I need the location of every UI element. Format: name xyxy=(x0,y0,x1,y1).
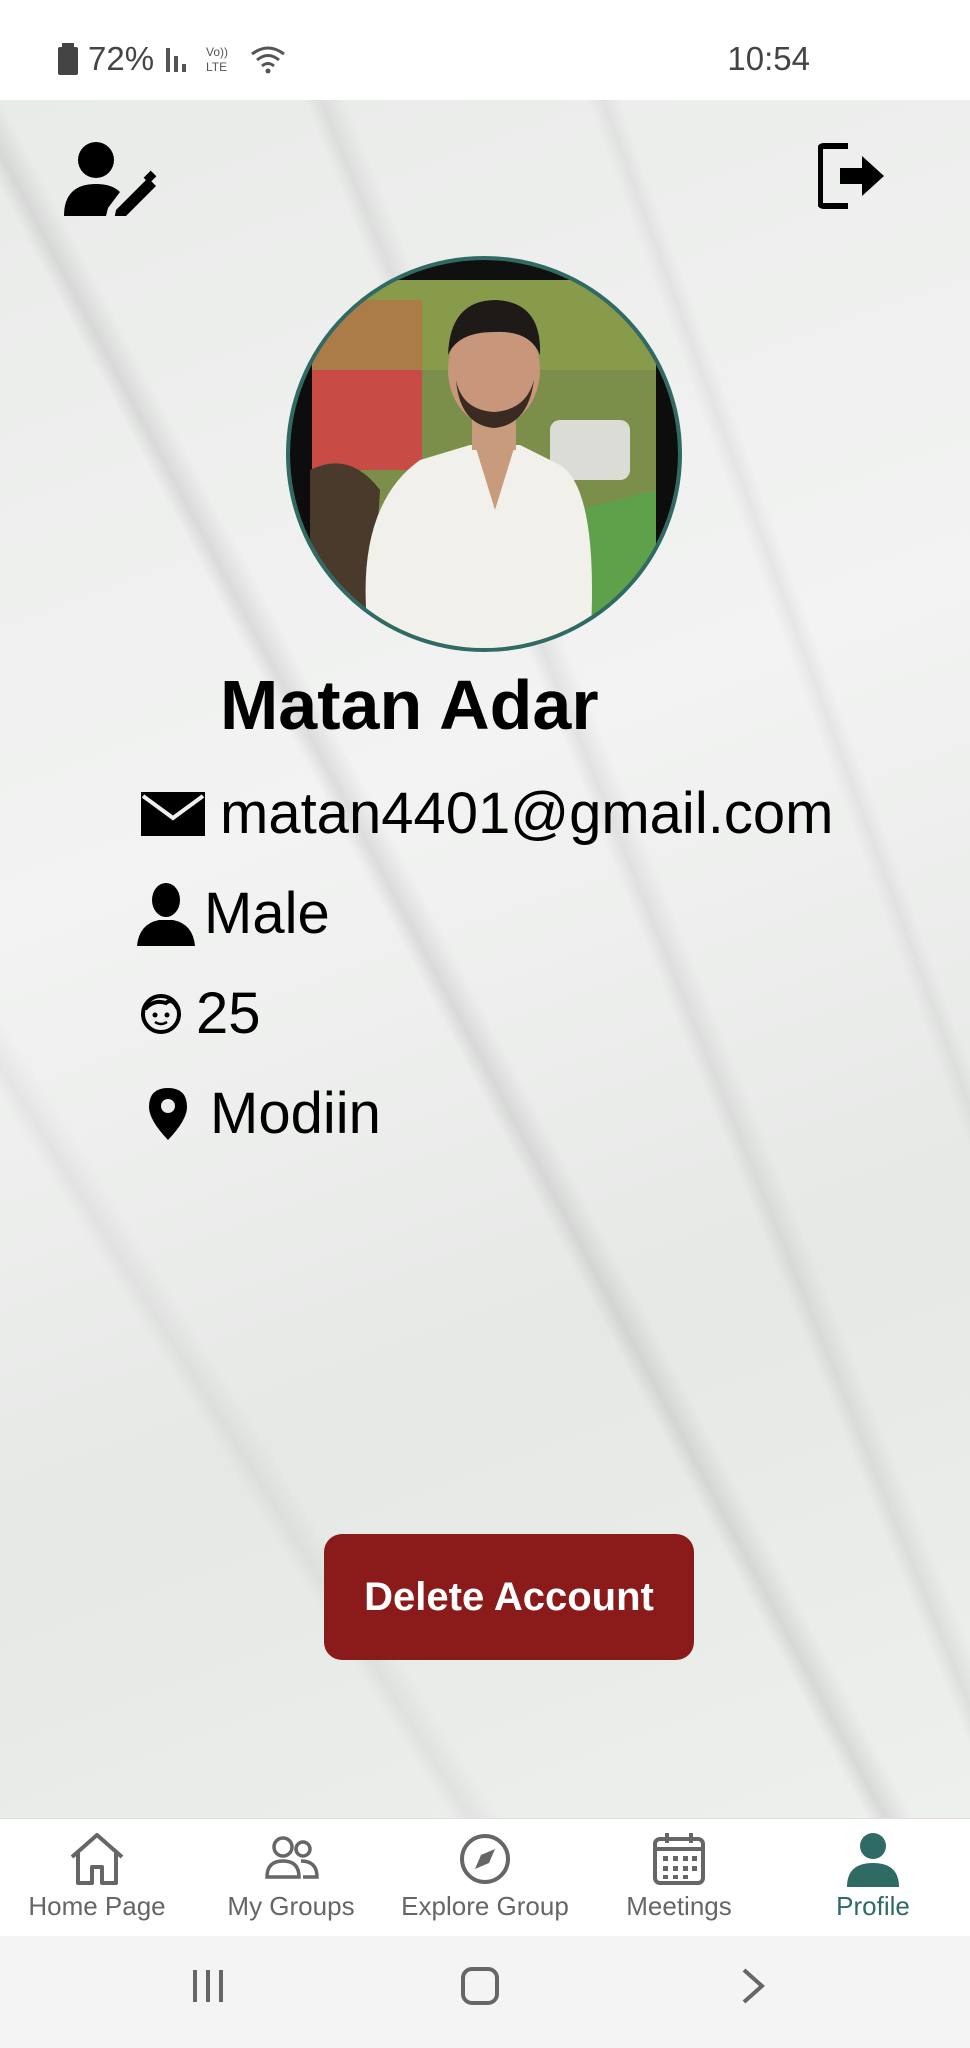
nav-explore-label: Explore Group xyxy=(401,1891,569,1921)
wifi-icon xyxy=(251,46,285,74)
home-icon xyxy=(70,1833,124,1885)
location-row: Modiin xyxy=(148,1080,381,1147)
profile-photo-image xyxy=(290,260,678,648)
logout-icon xyxy=(817,143,884,209)
recent-apps-icon xyxy=(193,1970,223,2002)
nav-profile-label: Profile xyxy=(836,1891,910,1921)
gender-row: Male xyxy=(136,880,330,947)
calendar-icon xyxy=(653,1833,705,1885)
delete-account-button[interactable]: Delete Account xyxy=(324,1534,694,1660)
person-icon xyxy=(847,1833,899,1887)
status-bar: 72% Vo)) LTE 10:54 xyxy=(0,0,970,100)
nav-home[interactable]: Home Page xyxy=(0,1819,194,1937)
logout-button[interactable] xyxy=(817,142,886,215)
nav-profile[interactable]: Profile xyxy=(776,1819,970,1937)
email-row: matan4401@gmail.com xyxy=(140,780,833,847)
envelope-icon xyxy=(140,791,206,836)
status-indicators: 72% Vo)) LTE xyxy=(58,40,288,78)
gender-value: Male xyxy=(204,881,330,946)
nav-my-groups-label: My Groups xyxy=(227,1891,355,1921)
system-nav-bar xyxy=(0,1936,970,2048)
home-button[interactable] xyxy=(460,1966,500,2011)
email-value: matan4401@gmail.com xyxy=(220,781,834,846)
nav-explore-group[interactable]: Explore Group xyxy=(388,1819,582,1937)
age-row: 25 xyxy=(140,980,261,1047)
svg-text:Vo)): Vo)) xyxy=(206,45,228,59)
home-square-icon xyxy=(461,1967,499,2005)
back-button[interactable] xyxy=(740,1966,766,2011)
groups-icon xyxy=(265,1836,319,1879)
recent-apps-button[interactable] xyxy=(190,1968,226,2009)
user-edit-icon xyxy=(64,142,157,220)
compass-icon xyxy=(460,1834,510,1884)
face-icon xyxy=(140,993,182,1035)
battery-percent: 72% xyxy=(88,40,155,77)
nav-home-label: Home Page xyxy=(28,1891,166,1921)
svg-text:LTE: LTE xyxy=(206,60,227,74)
nav-meetings-label: Meetings xyxy=(626,1891,732,1921)
edit-profile-button[interactable] xyxy=(64,140,158,221)
profile-name: Matan Adar xyxy=(220,666,599,744)
nav-meetings[interactable]: Meetings xyxy=(582,1819,776,1937)
signal-icon xyxy=(166,48,187,72)
location-value: Modiin xyxy=(210,1081,381,1146)
bottom-nav: Home Page My Groups Explore Group Meetin… xyxy=(0,1818,970,1937)
map-pin-icon xyxy=(148,1087,188,1140)
age-value: 25 xyxy=(196,981,261,1046)
battery-icon xyxy=(58,43,78,75)
profile-photo xyxy=(286,256,682,652)
volte-icon: Vo)) LTE xyxy=(206,45,228,74)
clock: 10:54 xyxy=(727,40,810,77)
nav-my-groups[interactable]: My Groups xyxy=(194,1819,388,1937)
person-silhouette-icon xyxy=(136,882,196,946)
chevron-right-icon xyxy=(742,1968,766,2004)
